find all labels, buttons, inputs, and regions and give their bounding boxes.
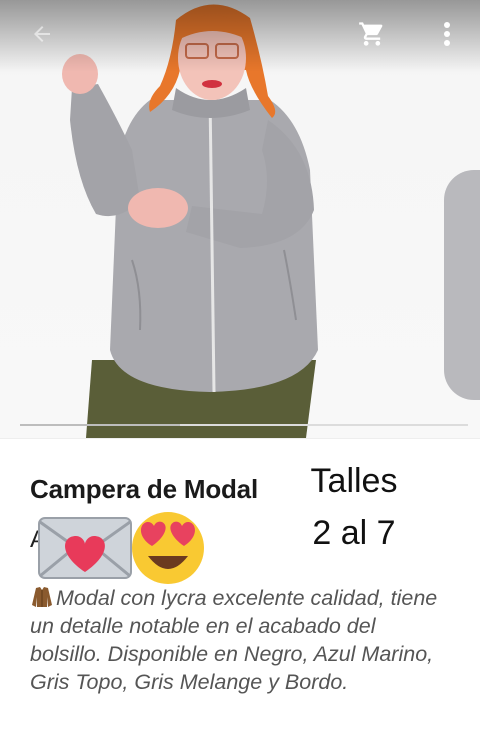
sizes-label: Talles <box>310 462 398 500</box>
product-description: Modal con lycra excelente calidad, tiene… <box>30 584 450 696</box>
app-bar <box>0 0 480 72</box>
love-letter-emoji <box>38 517 132 579</box>
next-image-peek[interactable] <box>444 170 480 400</box>
sizes-range: 2 al 7 <box>312 514 396 552</box>
description-text: Modal con lycra excelente calidad, tiene… <box>30 586 438 694</box>
arrow-back-icon[interactable] <box>24 16 60 52</box>
divider <box>0 438 480 439</box>
shopping-cart-icon[interactable] <box>352 14 392 54</box>
carousel-indicator <box>20 424 468 426</box>
more-vert-icon[interactable] <box>430 14 464 54</box>
sizes-overlay-text: Talles 2 al 7 <box>304 460 404 554</box>
coat-emoji <box>32 587 52 607</box>
heart-eyes-emoji <box>132 512 204 584</box>
product-title: Campera de Modal <box>30 474 258 504</box>
